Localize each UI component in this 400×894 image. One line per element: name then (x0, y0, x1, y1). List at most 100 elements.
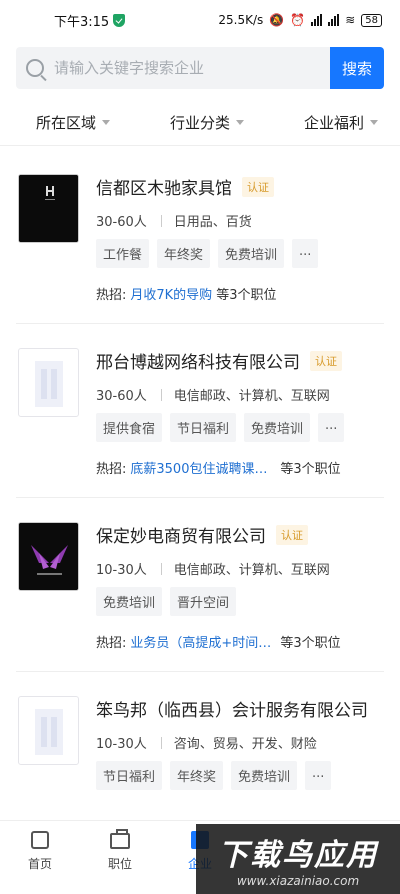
company-logo-placeholder (18, 696, 79, 765)
more-tag: ... (292, 239, 319, 268)
benefit-tag: 免费培训 (231, 761, 298, 790)
hot-label: 热招: (96, 636, 127, 651)
job-count: 等3个职位 (280, 636, 341, 651)
more-tag: ... (318, 413, 345, 442)
company-meta: 10-30人 咨询、贸易、开发、财险 (96, 733, 317, 752)
company-industry: 日用品、百货 (173, 215, 252, 230)
company-name-text: 笨鸟邦（临西县）会计服务有限公司 (96, 701, 368, 721)
wifi-icon: ≋ (345, 13, 356, 27)
company-size: 30-60人 (96, 389, 147, 404)
divider (160, 388, 162, 401)
watermark: 下载鸟应用 www.xiazainiao.com (196, 824, 400, 894)
building-icon (35, 709, 63, 755)
benefit-tags: 提供食宿 节日福利 免费培训 ... (96, 413, 345, 442)
company-logo (18, 174, 79, 243)
filter-region[interactable]: 所在区域 (36, 112, 111, 133)
caret-down-icon (236, 120, 244, 125)
hot-job-link[interactable]: 月收7K的导购 (130, 284, 212, 303)
filter-benefits[interactable]: 企业福利 (304, 112, 378, 133)
company-meta: 30-60人 日用品、百货 (96, 211, 252, 230)
hot-job-link[interactable]: 业务员（高提成+时间自... (130, 632, 276, 651)
hot-jobs: 热招: 月收7K的导购 等3个职位 (96, 284, 276, 303)
building-icon (35, 361, 63, 407)
benefit-tag: 年终奖 (157, 239, 211, 268)
watermark-title: 下载鸟应用 (218, 838, 378, 873)
company-meta: 10-30人 电信邮政、计算机、互联网 (96, 559, 330, 578)
company-name: 保定妙电商贸有限公司 认证 (96, 522, 308, 547)
alarm-icon: ⏰ (290, 13, 306, 27)
filter-label: 企业福利 (303, 114, 364, 132)
signal-icon (311, 14, 323, 26)
company-name: 信都区木驰家具馆 认证 (96, 174, 274, 199)
benefit-tag: 免费培训 (244, 413, 311, 442)
benefit-tags: 免费培训 晋升空间 (96, 587, 237, 616)
nav-label: 首页 (27, 857, 52, 871)
signal-icon-2 (328, 14, 340, 26)
caret-down-icon (369, 120, 378, 125)
verified-badge: 认证 (276, 524, 308, 545)
benefit-tag: 节日福利 (96, 761, 163, 790)
company-size: 10-30人 (96, 563, 147, 578)
company-name-text: 信都区木驰家具馆 (96, 179, 232, 199)
hot-label: 热招: (96, 288, 127, 303)
hot-jobs: 热招: 业务员（高提成+时间自... 等3个职位 (96, 632, 341, 651)
filter-label: 行业分类 (169, 114, 230, 132)
company-list: 信都区木驰家具馆 认证 30-60人 日用品、百货 工作餐 年终奖 免费培训 .… (0, 150, 400, 846)
company-name: 笨鸟邦（临西县）会计服务有限公司 (96, 696, 368, 721)
search-input[interactable] (54, 59, 314, 77)
furniture-logo-icon (19, 175, 78, 242)
briefcase-icon (110, 829, 130, 849)
benefit-tags: 节日福利 年终奖 免费培训 ... (96, 761, 332, 790)
caret-down-icon (102, 120, 111, 125)
benefit-tags: 工作餐 年终奖 免费培训 ... (96, 239, 319, 268)
verified-badge: 认证 (242, 176, 274, 197)
company-industry: 电信邮政、计算机、互联网 (173, 563, 330, 578)
nav-jobs[interactable]: 职位 (80, 821, 160, 894)
company-card[interactable]: 保定妙电商贸有限公司 认证 10-30人 电信邮政、计算机、互联网 免费培训 晋… (16, 498, 384, 672)
hot-job-link[interactable]: 底薪3500包住诚聘课程... (130, 458, 276, 477)
job-count: 等3个职位 (280, 462, 341, 477)
divider (160, 562, 162, 575)
benefit-tag: 提供食宿 (96, 413, 163, 442)
search-box[interactable] (16, 47, 330, 89)
filter-label: 所在区域 (36, 114, 97, 132)
company-size: 10-30人 (96, 737, 147, 752)
benefit-tag: 节日福利 (170, 413, 237, 442)
hot-jobs: 热招: 底薪3500包住诚聘课程... 等3个职位 (96, 458, 341, 477)
status-time: 下午3:15 (54, 14, 110, 30)
home-icon (31, 831, 49, 849)
hot-label: 热招: (96, 462, 127, 477)
more-tag: ... (305, 761, 332, 790)
company-card[interactable]: 邢台博越网络科技有限公司 认证 30-60人 电信邮政、计算机、互联网 提供食宿… (16, 324, 384, 498)
company-logo-placeholder (18, 348, 79, 417)
benefit-tag: 工作餐 (96, 239, 150, 268)
benefit-tag: 年终奖 (170, 761, 224, 790)
company-name-text: 保定妙电商贸有限公司 (96, 527, 266, 547)
nav-label: 职位 (107, 857, 132, 871)
battery-icon: 58 (361, 13, 382, 27)
wings-logo-icon (19, 523, 78, 590)
company-name: 邢台博越网络科技有限公司 认证 (96, 348, 342, 373)
benefit-tag: 晋升空间 (170, 587, 237, 616)
benefit-tag: 免费培训 (96, 587, 163, 616)
filter-bar: 所在区域 行业分类 企业福利 (0, 100, 400, 146)
company-name-text: 邢台博越网络科技有限公司 (96, 353, 300, 373)
company-industry: 电信邮政、计算机、互联网 (173, 389, 330, 404)
search-button[interactable]: 搜索 (330, 47, 384, 89)
company-size: 30-60人 (96, 215, 147, 230)
nav-home[interactable]: 首页 (0, 821, 80, 894)
divider (160, 214, 162, 227)
mute-icon: 🔕 (269, 13, 285, 27)
divider (160, 736, 162, 749)
company-meta: 30-60人 电信邮政、计算机、互联网 (96, 385, 330, 404)
search-icon (26, 59, 44, 77)
company-card[interactable]: 信都区木驰家具馆 认证 30-60人 日用品、百货 工作餐 年终奖 免费培训 .… (16, 150, 384, 324)
company-industry: 咨询、贸易、开发、财险 (173, 737, 317, 752)
watermark-url: www.xiazainiao.com (236, 874, 360, 888)
benefit-tag: 免费培训 (218, 239, 285, 268)
shield-icon (113, 13, 126, 27)
network-speed: 25.5K/s (218, 13, 264, 27)
status-bar: 下午3:15 25.5K/s 🔕 ⏰ ≋ 58 (0, 0, 400, 40)
filter-industry[interactable]: 行业分类 (170, 112, 244, 133)
verified-badge: 认证 (310, 350, 342, 371)
